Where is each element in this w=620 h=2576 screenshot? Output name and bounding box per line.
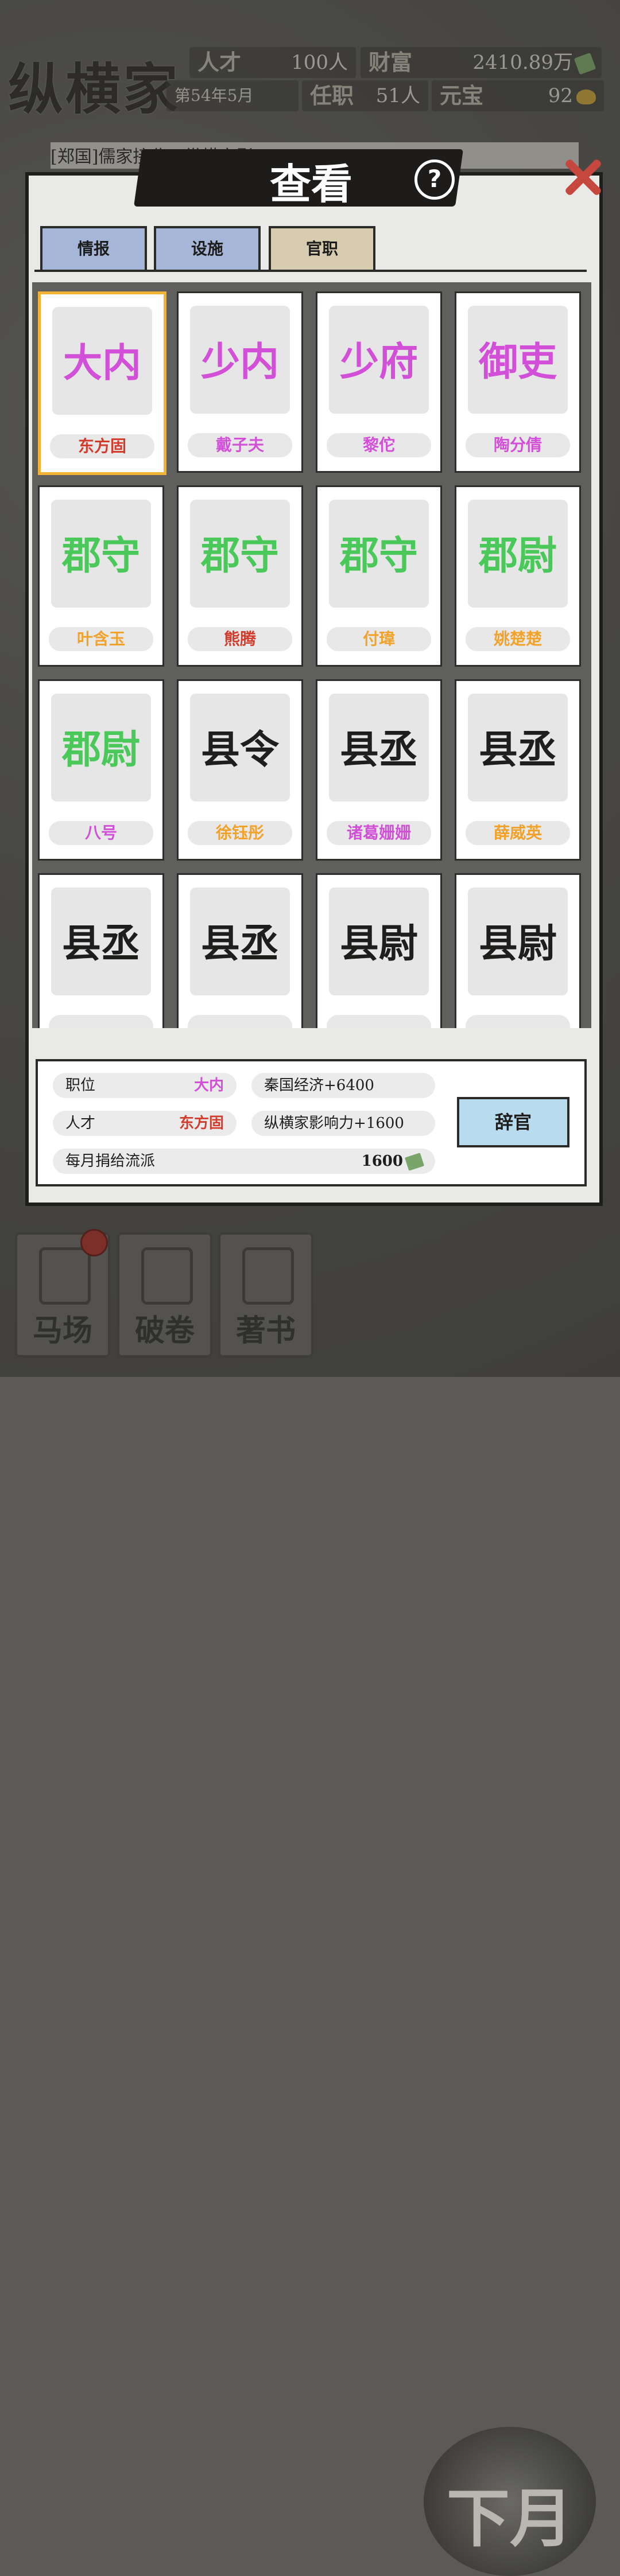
talent-row-value: 东方固 xyxy=(179,1115,224,1132)
tabs-divider xyxy=(34,270,587,272)
effect-1: 秦国经济+6400 xyxy=(264,1077,374,1094)
office-card[interactable]: 县丞 xyxy=(38,873,164,1028)
donation-value: 1600 xyxy=(361,1153,403,1170)
office-card[interactable]: 郡守 叶含玉 xyxy=(38,485,164,667)
next-month-button[interactable]: 下月 xyxy=(424,2427,596,2576)
office-title: 县丞 xyxy=(339,727,418,773)
position-row: 职位 大内 xyxy=(53,1073,237,1098)
office-title: 郡守 xyxy=(200,534,279,579)
office-card[interactable]: 县丞 诸葛姗姗 xyxy=(316,679,442,861)
official-name: 黎佗 xyxy=(327,433,431,457)
office-card[interactable]: 大内 东方固 xyxy=(38,291,166,475)
office-title: 大内 xyxy=(63,341,141,386)
office-card[interactable]: 县令 徐钰彤 xyxy=(177,679,303,861)
tab-facilities[interactable]: 设施 xyxy=(154,226,261,270)
office-card[interactable]: 县丞 xyxy=(177,873,303,1028)
office-card[interactable]: 少府 黎佗 xyxy=(316,291,442,473)
office-title: 郡尉 xyxy=(478,534,557,579)
official-name: 薛威英 xyxy=(466,821,570,845)
effect-2: 纵横家影响力+1600 xyxy=(264,1115,404,1132)
office-card[interactable]: 郡尉 八号 xyxy=(38,679,164,861)
official-name xyxy=(327,1015,431,1028)
office-title: 郡守 xyxy=(61,534,140,579)
office-title: 少内 xyxy=(200,340,279,385)
donation-row: 每月捐给流派 1600 xyxy=(53,1149,435,1174)
money-icon xyxy=(404,1153,425,1171)
modal-title: 查看 xyxy=(270,160,353,208)
office-card[interactable]: 郡守 付瑋 xyxy=(316,485,442,667)
official-name xyxy=(466,1015,570,1028)
official-name xyxy=(49,1015,153,1028)
office-card[interactable]: 郡守 熊腾 xyxy=(177,485,303,667)
effect-row-2: 纵横家影响力+1600 xyxy=(251,1111,435,1136)
office-title: 御吏 xyxy=(478,340,557,385)
official-name xyxy=(188,1015,292,1028)
office-card[interactable]: 郡尉 姚楚楚 xyxy=(455,485,581,667)
official-name: 八号 xyxy=(49,821,153,845)
office-title: 郡尉 xyxy=(61,727,140,773)
official-name: 戴子夫 xyxy=(188,433,292,457)
office-card[interactable]: 县丞 薛威英 xyxy=(455,679,581,861)
tab-intel[interactable]: 情报 xyxy=(40,226,147,270)
official-name: 付瑋 xyxy=(327,627,431,651)
official-name: 陶分倩 xyxy=(466,433,570,457)
office-card[interactable]: 县尉 xyxy=(455,873,581,1028)
position-label: 职位 xyxy=(65,1077,96,1094)
close-icon[interactable] xyxy=(556,150,607,202)
talent-row: 人才 东方固 xyxy=(53,1111,237,1136)
official-name: 姚楚楚 xyxy=(466,627,570,651)
donation-label: 每月捐给流派 xyxy=(65,1153,156,1170)
resign-button[interactable]: 辞官 xyxy=(457,1097,569,1147)
office-title: 县丞 xyxy=(61,921,140,967)
office-title: 郡守 xyxy=(339,534,418,579)
effect-row-1: 秦国经济+6400 xyxy=(251,1073,435,1098)
office-title: 少府 xyxy=(339,340,418,385)
office-title: 县丞 xyxy=(478,727,557,773)
office-title: 县丞 xyxy=(200,921,279,967)
official-name: 徐钰彤 xyxy=(188,821,292,845)
office-card[interactable]: 御吏 陶分倩 xyxy=(455,291,581,473)
official-name: 东方固 xyxy=(50,434,154,458)
office-card[interactable]: 县尉 xyxy=(316,873,442,1028)
tab-offices[interactable]: 官职 xyxy=(269,226,375,270)
position-value: 大内 xyxy=(193,1077,224,1094)
official-name: 熊腾 xyxy=(188,627,292,651)
next-month-label: 下月 xyxy=(447,2481,573,2555)
help-icon[interactable]: ? xyxy=(414,159,455,200)
office-title: 县令 xyxy=(200,727,279,773)
office-title: 县尉 xyxy=(478,921,557,967)
official-name: 叶含玉 xyxy=(49,627,153,651)
office-title: 县尉 xyxy=(339,921,418,967)
official-name: 诸葛姗姗 xyxy=(327,821,431,845)
office-card[interactable]: 少内 戴子夫 xyxy=(177,291,303,473)
talent-row-label: 人才 xyxy=(65,1115,96,1132)
office-card-grid: 大内 东方固 少内 戴子夫 少府 黎佗 御吏 陶分倩 郡守 叶含玉 郡守 熊腾 郡守 付瑋 郡尉 姚楚楚 郡尉八… xyxy=(32,282,591,1028)
